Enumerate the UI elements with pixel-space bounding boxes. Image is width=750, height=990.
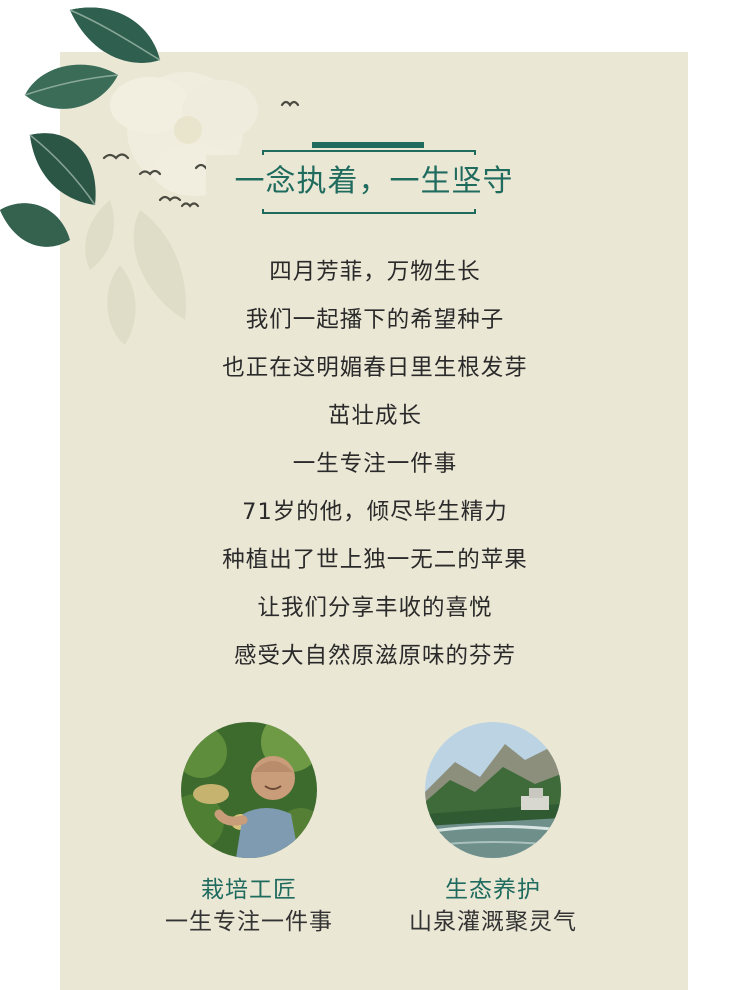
poem-text: 四月芳菲，万物生长 我们一起播下的希望种子 也正在这明媚春日里生根发芽 茁壮成长… <box>100 248 650 680</box>
feature-subtitle: 山泉灌溉聚灵气 <box>409 909 577 935</box>
poem-line: 一生专注一件事 <box>292 451 458 477</box>
poem-line: 71岁的他，倾尽毕生精力 <box>242 499 508 525</box>
page-title: 一念执着，一生坚守 <box>206 155 542 209</box>
feature-title: 生态养护 <box>445 877 541 903</box>
poem-line: 四月芳菲，万物生长 <box>269 259 481 285</box>
title-accent-bar <box>312 142 424 148</box>
poem-line: 也正在这明媚春日里生根发芽 <box>222 355 528 381</box>
feature-title: 栽培工匠 <box>201 877 297 903</box>
poem-line: 感受大自然原滋原味的芬芳 <box>233 643 516 669</box>
poem-line: 茁壮成长 <box>327 403 422 429</box>
poem-line: 我们一起播下的希望种子 <box>245 307 505 333</box>
feature-ecological-care: 生态养护 山泉灌溉聚灵气 <box>378 722 608 938</box>
farmer-photo <box>181 722 317 858</box>
feature-subtitle: 一生专注一件事 <box>165 909 333 935</box>
feature-cultivation-craftsman: 栽培工匠 一生专注一件事 <box>134 722 364 938</box>
poem-line: 种植出了世上独一无二的苹果 <box>222 547 528 573</box>
mountain-spring-photo <box>425 722 561 858</box>
poem-line: 让我们分享丰收的喜悦 <box>257 595 493 621</box>
